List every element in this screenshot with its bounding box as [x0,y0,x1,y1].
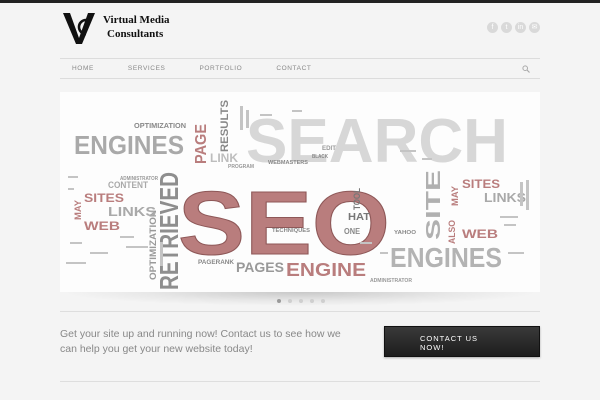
word-webmasters: WEBMASTERS [268,160,308,166]
slider-dot-1[interactable] [277,299,281,303]
word-optimization-2: OPTIMIZATION [134,121,186,130]
word-edit: EDIT [322,146,336,152]
word-may: MAY [73,200,83,220]
word-tool: TOOL [352,188,362,210]
word-program: PROGRAM [228,164,254,170]
logo[interactable]: Virtual Media Consultants [62,10,202,50]
word-sites: SITES [84,191,124,205]
word-retrieved: RETRIEVED [154,172,184,290]
slider-dot-2[interactable] [288,299,292,303]
word-one: ONE [344,227,361,236]
slider-dot-3[interactable] [299,299,303,303]
word-web-2: WEB [462,227,498,241]
hero-slider[interactable]: SEARCH SEO ENGINES ENGINES ENGINE PAGES … [60,92,540,292]
word-techniques: TECHNIQUES [272,228,310,234]
word-site: SITE [423,170,445,240]
top-bar [0,0,600,3]
social-icon-1[interactable]: f [487,22,498,33]
word-black: BLACK [312,154,328,160]
word-pages: PAGES [236,259,284,275]
slider-dot-4[interactable] [310,299,314,303]
contact-us-button-line2: NOW! [420,343,445,352]
search-icon[interactable] [522,65,530,73]
nav-item-home[interactable]: HOME [72,65,94,72]
word-link: LINK [210,151,238,165]
word-engines: ENGINES [74,130,184,160]
nav-item-services[interactable]: SERVICES [128,65,166,72]
social-icon-4[interactable]: ✉ [529,22,540,33]
cta-text: Get your site up and running now! Contac… [60,328,341,355]
nav-item-portfolio[interactable]: PORTFOLIO [199,65,242,72]
word-pagerank: PAGERANK [198,259,234,266]
seo-word-cloud: SEARCH SEO ENGINES ENGINES ENGINE PAGES … [66,100,529,290]
divider-bottom [60,381,540,382]
social-icon-3[interactable]: in [515,22,526,33]
word-may-2: MAY [450,186,460,206]
brand-name-line2: Consultants [107,28,164,40]
logo-monogram-icon [63,13,95,44]
slider-dot-5[interactable] [321,299,325,303]
contact-us-button-line1: CONTACT US [420,334,479,343]
word-page: PAGE [193,124,210,164]
main-nav: HOME SERVICES PORTFOLIO CONTACT [60,58,540,79]
word-administrator: ADMINISTRATOR [120,176,158,182]
brand-name-line1: Virtual Media [103,14,170,26]
word-engines-2: ENGINES [390,242,502,273]
word-also: ALSO [447,220,457,244]
word-hat: HAT [348,212,370,223]
slider-pagination [277,299,325,303]
nav-item-contact[interactable]: CONTACT [276,65,311,72]
word-links: LINKS [108,204,156,219]
word-optimization: OPTIMIZATION [148,210,158,280]
social-links: f t in ✉ [487,22,540,33]
word-engine: ENGINE [286,260,366,280]
word-results: RESULTS [219,100,231,152]
word-administrator-2: ADMINISTRATOR [370,278,412,284]
divider-top [60,311,540,312]
word-web: WEB [84,219,120,233]
word-yahoo: YAHOO [394,230,417,236]
social-icon-2[interactable]: t [501,22,512,33]
brand-name: Virtual Media Consultants [103,13,170,41]
contact-us-button[interactable]: CONTACT US NOW! [384,326,540,357]
word-sites-2: SITES [462,177,500,191]
